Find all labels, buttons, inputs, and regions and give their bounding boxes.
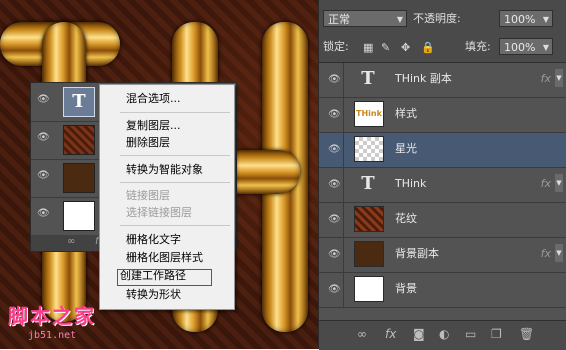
- lock-label: 锁定:: [323, 40, 349, 53]
- blend-mode-select[interactable]: 正常 ▼: [323, 10, 407, 27]
- menu-item-rasterize-layer-style[interactable]: 栅格化图层样式: [126, 251, 203, 265]
- fx-icon: fx: [540, 72, 551, 85]
- fx-icon: fx: [540, 177, 551, 190]
- opacity-label: 不透明度:: [413, 12, 461, 25]
- watermark-logo: 脚本之家: [8, 304, 96, 328]
- menu-separator: [120, 182, 230, 183]
- visibility-eye-icon[interactable]: 👁: [328, 110, 341, 120]
- opacity-input[interactable]: 100% ▼: [499, 10, 553, 27]
- visibility-eye-icon[interactable]: 👁: [37, 171, 50, 181]
- layer-row[interactable]: 👁 背景: [319, 273, 566, 308]
- chevron-down-icon: ▼: [396, 15, 403, 24]
- menu-item-convert-to-shape[interactable]: 转换为形状: [126, 288, 181, 302]
- fill-input[interactable]: 100% ▼: [499, 38, 553, 55]
- layer-name: 背景副本: [395, 247, 439, 260]
- visibility-eye-icon[interactable]: 👁: [328, 285, 341, 295]
- layer-row[interactable]: 👁 背景副本 fx ▼: [319, 238, 566, 273]
- opacity-value: 100%: [504, 13, 536, 26]
- mask-icon[interactable]: ◙: [413, 327, 425, 341]
- layer-name: THink: [395, 177, 427, 190]
- visibility-eye-icon[interactable]: 👁: [37, 95, 50, 105]
- fill-label: 填充:: [465, 40, 491, 53]
- trash-icon[interactable]: 🗑: [519, 327, 534, 341]
- lock-move-icon[interactable]: ✥: [401, 42, 413, 54]
- white-thumbnail: [354, 276, 384, 302]
- menu-item-rasterize-type[interactable]: 栅格化文字: [126, 233, 181, 247]
- layer-name: 星光: [395, 142, 417, 155]
- link-icon[interactable]: ∞: [357, 327, 367, 341]
- blend-mode-value: 正常: [328, 13, 350, 26]
- link-icon[interactable]: ∞: [67, 236, 75, 247]
- expand-effects-icon[interactable]: ▼: [555, 174, 563, 192]
- layer-row-selected[interactable]: 👁 星光: [319, 133, 566, 168]
- folder-icon[interactable]: ▭: [465, 327, 476, 341]
- menu-item-link-layers: 链接图层: [126, 189, 170, 202]
- menu-separator: [120, 225, 230, 226]
- row-divider: [343, 133, 344, 167]
- layer-name: 样式: [395, 107, 417, 120]
- menu-item-duplicate-layer[interactable]: 复制图层...: [126, 119, 181, 133]
- pattern-thumbnail: [354, 206, 384, 232]
- new-layer-icon[interactable]: ❐: [491, 327, 502, 341]
- style-layer-thumbnail: THink: [354, 101, 384, 127]
- visibility-eye-icon[interactable]: 👁: [37, 209, 50, 219]
- visibility-eye-icon[interactable]: 👁: [328, 215, 341, 225]
- row-divider: [343, 273, 344, 307]
- layer-name: THink 副本: [395, 72, 452, 85]
- transparent-thumbnail: [354, 136, 384, 162]
- layers-panel-footer: ∞ fx ◙ ◐ ▭ ❐ 🗑: [319, 320, 566, 350]
- layers-panel-header: 正常 ▼ 不透明度: 100% ▼ 锁定: ▦ ✎ ✥ 🔒 填充: 100% ▼: [319, 0, 566, 63]
- pattern-thumbnail: [63, 125, 95, 155]
- menu-separator: [120, 112, 230, 113]
- text-layer-icon: T: [361, 68, 375, 89]
- visibility-eye-icon[interactable]: 👁: [328, 180, 341, 190]
- chevron-down-icon: ▼: [542, 15, 549, 24]
- menu-item-delete-layer[interactable]: 删除图层: [126, 136, 170, 150]
- lock-paint-icon[interactable]: ✎: [381, 42, 393, 54]
- brown-thumbnail: [63, 163, 95, 193]
- row-divider: [343, 63, 344, 97]
- menu-item-blending-options[interactable]: 混合选项...: [126, 92, 181, 106]
- highlight-box: [117, 269, 212, 286]
- layer-name: 背景: [395, 282, 417, 295]
- lock-all-icon[interactable]: 🔒: [421, 42, 435, 54]
- visibility-eye-icon[interactable]: 👁: [328, 75, 341, 85]
- row-divider: [343, 238, 344, 272]
- text-layer-icon: T: [361, 173, 375, 194]
- layers-panel: 正常 ▼ 不透明度: 100% ▼ 锁定: ▦ ✎ ✥ 🔒 填充: 100% ▼…: [318, 0, 566, 350]
- watermark-url: jb51.net: [28, 330, 77, 341]
- menu-separator: [120, 155, 230, 156]
- menu-item-select-linked-layers: 选择链接图层: [126, 206, 192, 219]
- row-divider: [343, 98, 344, 132]
- chevron-down-icon: ▼: [542, 43, 549, 52]
- visibility-eye-icon[interactable]: 👁: [328, 250, 341, 260]
- fx-icon[interactable]: fx: [385, 327, 396, 341]
- fx-icon: fx: [540, 247, 551, 260]
- lock-transparent-icon[interactable]: ▦: [363, 42, 375, 54]
- row-divider: [343, 168, 344, 202]
- white-thumbnail: [63, 201, 95, 231]
- text-layer-thumbnail: T: [63, 87, 95, 117]
- adjustment-icon[interactable]: ◐: [439, 327, 449, 341]
- menu-item-convert-smart-object[interactable]: 转换为智能对象: [126, 163, 203, 177]
- row-divider: [343, 203, 344, 237]
- layer-row[interactable]: 👁 T THink fx ▼: [319, 168, 566, 203]
- brown-thumbnail: [354, 241, 384, 267]
- expand-effects-icon[interactable]: ▼: [555, 244, 563, 262]
- visibility-eye-icon[interactable]: 👁: [328, 145, 341, 155]
- visibility-eye-icon[interactable]: 👁: [37, 133, 50, 143]
- expand-effects-icon[interactable]: ▼: [555, 69, 563, 87]
- fill-value: 100%: [504, 41, 536, 54]
- layer-row[interactable]: 👁 花纹: [319, 203, 566, 238]
- layer-row[interactable]: 👁 T THink 副本 fx ▼: [319, 63, 566, 98]
- layer-name: 花纹: [395, 212, 417, 225]
- layer-row[interactable]: 👁 THink 样式: [319, 98, 566, 133]
